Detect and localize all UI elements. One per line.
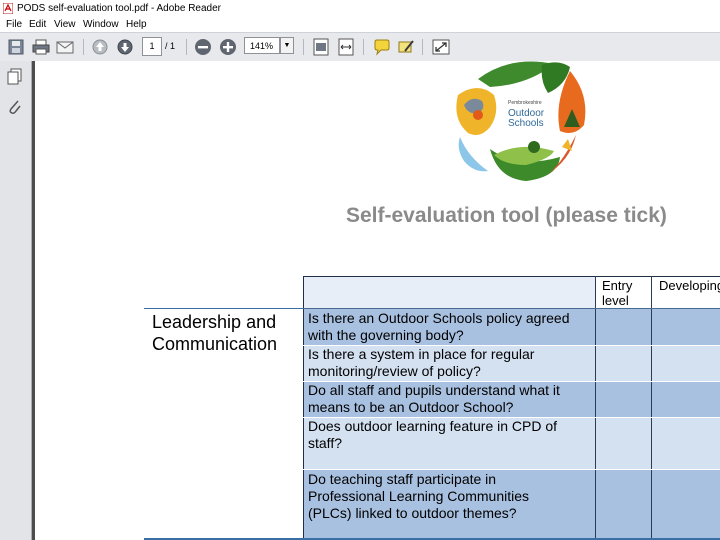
adobe-reader-icon <box>3 3 13 14</box>
menu-file[interactable]: File <box>6 17 22 32</box>
full-screen-icon[interactable] <box>432 38 450 56</box>
toolbar-separator <box>422 39 423 55</box>
pages-thumbnail-icon[interactable] <box>7 68 23 91</box>
question-text: Does outdoor learning feature in CPD of … <box>308 418 558 451</box>
logo-text-pembrokeshire: Pembrokeshire <box>508 100 542 106</box>
question-text: Do teaching staff participate in Profess… <box>308 471 529 521</box>
tick-cell-entry[interactable] <box>596 309 651 345</box>
highlight-icon[interactable] <box>397 38 415 56</box>
tick-cell-entry[interactable] <box>596 470 651 538</box>
tick-cell-entry[interactable] <box>596 382 651 417</box>
section-top-border <box>144 308 303 309</box>
fit-page-icon[interactable] <box>313 38 329 56</box>
question-text: Is there an Outdoor Schools policy agree… <box>308 310 570 343</box>
tick-cell-developing[interactable] <box>652 309 720 345</box>
menu-edit[interactable]: Edit <box>29 17 46 32</box>
title-bar: PODS self-evaluation tool.pdf - Adobe Re… <box>0 0 720 17</box>
zoom-in-icon[interactable] <box>219 38 237 56</box>
fit-width-icon[interactable] <box>338 38 354 56</box>
zoom-out-icon[interactable] <box>194 38 212 56</box>
table-border-left <box>303 276 304 540</box>
question-text: Is there a system in place for regular m… <box>308 346 535 379</box>
comment-icon[interactable] <box>373 38 391 56</box>
column-header-developing: Developing <box>659 278 720 293</box>
document-view[interactable]: Pembrokeshire Outdoor Schools Self-evalu… <box>35 61 720 540</box>
toolbar: 1 / 1 141% ▼ <box>0 32 720 62</box>
table-border-top <box>303 276 720 277</box>
tick-cell-developing[interactable] <box>652 418 720 469</box>
next-page-icon[interactable] <box>117 38 133 56</box>
question-text: Do all staff and pupils understand what … <box>308 382 560 415</box>
toolbar-separator <box>186 39 187 55</box>
window-title: PODS self-evaluation tool.pdf - Adobe Re… <box>17 3 222 14</box>
email-icon[interactable] <box>56 38 74 56</box>
previous-page-icon[interactable] <box>92 38 108 56</box>
tick-cell-entry[interactable] <box>596 418 651 469</box>
tick-cell-developing[interactable] <box>652 346 720 381</box>
table-header-blank <box>303 276 595 309</box>
menu-view[interactable]: View <box>54 17 76 32</box>
logo-text-schools: Schools <box>508 118 544 129</box>
tick-cell-developing[interactable] <box>652 382 720 417</box>
page-total: / 1 <box>165 41 176 51</box>
tick-cell-developing[interactable] <box>652 470 720 538</box>
attachments-paperclip-icon[interactable] <box>7 98 23 121</box>
navigation-panel <box>0 61 32 540</box>
zoom-level-input[interactable]: 141% <box>244 37 280 54</box>
menu-bar: File Edit View Window Help <box>0 17 720 32</box>
section-label-leadership: Leadership and Communication <box>152 312 278 354</box>
document-title: Self-evaluation tool (please tick) <box>346 204 667 227</box>
toolbar-separator <box>363 39 364 55</box>
menu-window[interactable]: Window <box>83 17 119 32</box>
menu-help[interactable]: Help <box>126 17 147 32</box>
print-icon[interactable] <box>32 38 50 56</box>
toolbar-separator <box>83 39 84 55</box>
outdoor-schools-logo: Pembrokeshire Outdoor Schools <box>456 61 586 181</box>
tick-cell-entry[interactable] <box>596 346 651 381</box>
save-icon[interactable] <box>8 38 24 56</box>
zoom-dropdown-chevron-icon[interactable]: ▼ <box>280 37 294 54</box>
column-header-entry-level: Entry level <box>602 278 633 308</box>
toolbar-separator <box>303 39 304 55</box>
page-number-input[interactable]: 1 <box>142 37 162 56</box>
